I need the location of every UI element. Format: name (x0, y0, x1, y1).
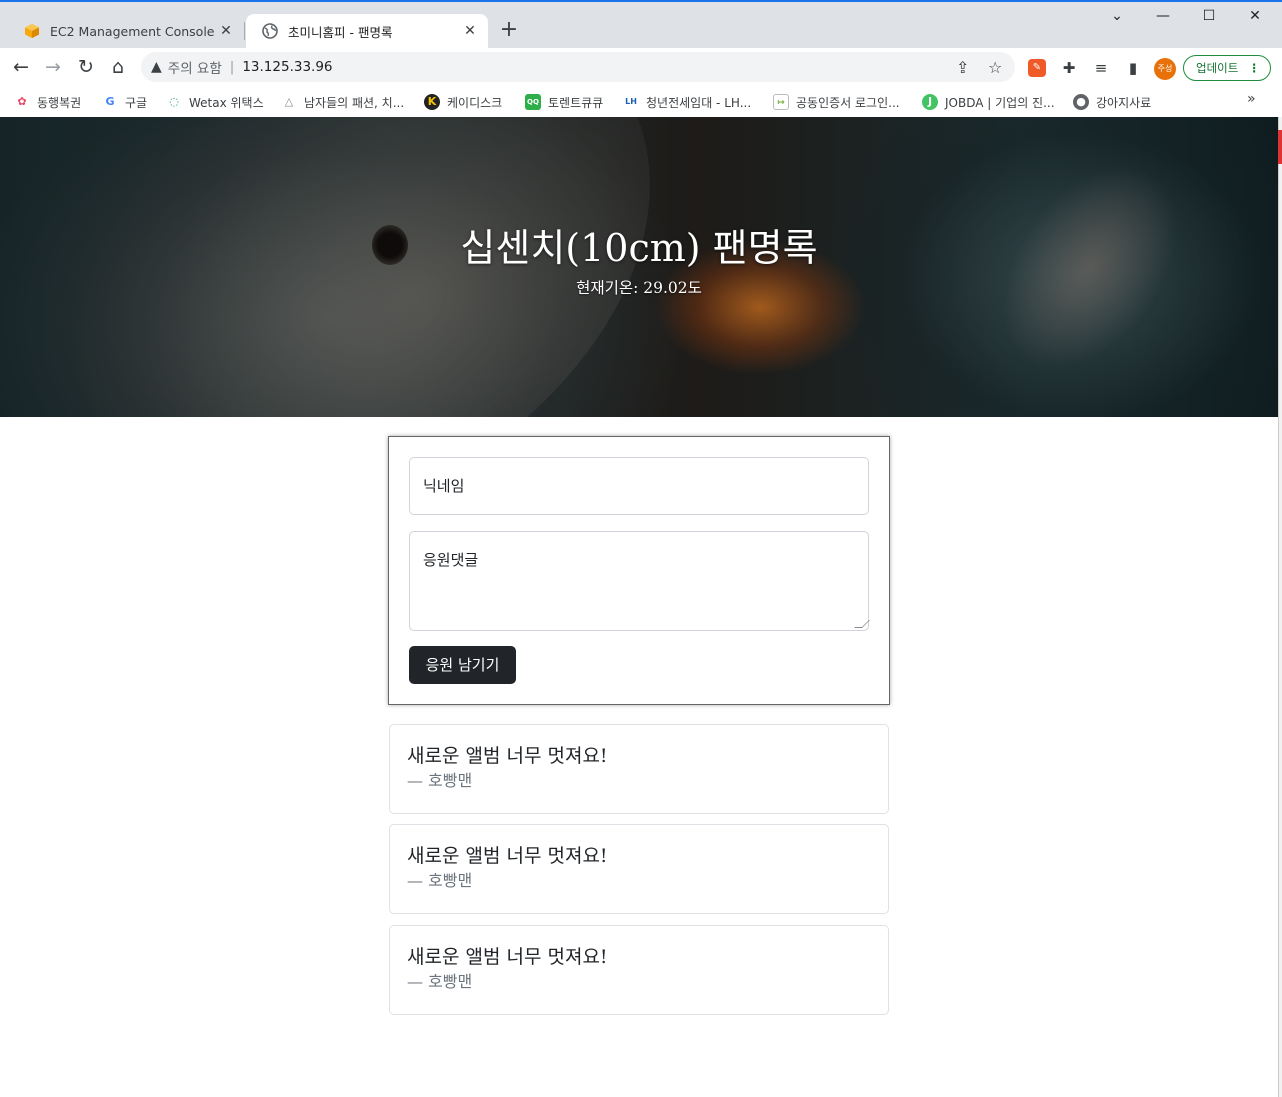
extension-icon[interactable]: ✎ (1028, 59, 1046, 77)
profile-avatar[interactable]: 주성 (1154, 58, 1176, 80)
minimize-icon[interactable]: — (1140, 8, 1186, 28)
reading-list-icon[interactable]: ≡ (1092, 59, 1110, 77)
submit-comment-button[interactable]: 응원 남기기 (409, 646, 516, 684)
new-tab-button[interactable]: + (496, 18, 522, 44)
comment-author: — 호빵맨 (407, 972, 473, 991)
torrent-icon: QQ (525, 94, 541, 110)
maximize-icon[interactable]: ☐ (1186, 8, 1232, 28)
globe-icon: ● (1073, 94, 1089, 110)
reload-icon[interactable]: ↻ (74, 55, 98, 79)
browser-toolbar: ← → ↻ ⌂ ▲ 주의 요함 | 13.125.33.96 ⇪ ☆ ✎ ✚ ≡… (0, 48, 1282, 86)
tab-divider (244, 22, 245, 40)
bookmark-item[interactable]: J JOBDA | 기업의 진... (922, 92, 1055, 112)
wetax-icon: ◌ (169, 95, 179, 108)
comment-placeholder: 응원댓글 (423, 551, 479, 569)
tab-title: 초미니홈피 - 팬명록 (288, 24, 393, 40)
resize-handle-icon[interactable] (854, 620, 870, 628)
fashion-icon: △ (284, 95, 294, 108)
google-icon: G (105, 95, 115, 108)
url-text[interactable]: 13.125.33.96 (242, 59, 332, 75)
jobda-icon: J (922, 94, 938, 110)
close-tab-icon[interactable]: ✕ (218, 23, 234, 39)
browser-chrome: EC2 Management Console ✕ 초미니홈피 - 팬명록 ✕ +… (0, 0, 1282, 119)
bookmark-star-icon[interactable]: ☆ (988, 58, 1002, 77)
nickname-input[interactable]: 닉네임 (409, 457, 869, 515)
comment-author: — 호빵맨 (407, 771, 473, 790)
bookmark-item[interactable]: ↦ 공동인증서 로그인... (773, 92, 900, 112)
comment-textarea[interactable]: 응원댓글 (409, 531, 870, 631)
forward-icon[interactable]: → (41, 55, 65, 79)
side-panel-icon[interactable]: ▮ (1124, 59, 1142, 77)
comment-message: 새로운 앨범 너무 멋져요! (407, 845, 608, 867)
comment-card: 새로운 앨범 너무 멋져요! — 호빵맨 (389, 824, 889, 914)
home-icon[interactable]: ⌂ (106, 55, 130, 79)
close-window-icon[interactable]: ✕ (1232, 8, 1278, 28)
kdisk-icon: K (424, 94, 440, 110)
comment-card: 새로운 앨범 너무 멋져요! — 호빵맨 (389, 925, 889, 1015)
bookmark-label: 구글 (125, 95, 148, 110)
comment-form: 닉네임 응원댓글 응원 남기기 (388, 436, 890, 705)
scrollbar[interactable] (1278, 117, 1282, 1097)
bookmark-item[interactable]: ✿ 동행복권 (14, 92, 81, 112)
bookmark-item[interactable]: K 케이디스크 (424, 92, 502, 112)
comment-message: 새로운 앨범 너무 멋져요! (407, 745, 608, 767)
aws-cube-icon (25, 24, 39, 38)
share-icon[interactable]: ⇪ (956, 58, 969, 77)
tab-search-icon[interactable]: ⌄ (1094, 8, 1140, 28)
update-button[interactable]: 업데이트 ⋮ (1183, 55, 1271, 81)
bookmark-label: 케이디스크 (447, 95, 503, 110)
bookmark-label: JOBDA | 기업의 진... (945, 95, 1055, 110)
more-menu-icon[interactable]: ⋮ (1249, 56, 1261, 80)
bookmark-label: 동행복권 (37, 95, 82, 110)
bookmark-item[interactable]: LH 청년전세임대 - LH... (623, 92, 751, 112)
tab-title: EC2 Management Console (50, 23, 215, 39)
page-viewport: 십센치(10cm) 팬명록 현재기온: 29.02도 닉네임 응원댓글 응원 남… (0, 117, 1278, 1097)
lh-icon: LH (625, 97, 637, 106)
bookmark-label: Wetax 위택스 (189, 95, 264, 110)
comment-author: — 호빵맨 (407, 871, 473, 890)
lottery-icon: ✿ (17, 95, 27, 108)
tab-ec2-console[interactable]: EC2 Management Console ✕ (8, 14, 244, 48)
bookmark-item[interactable]: ◌ Wetax 위택스 (166, 92, 264, 112)
back-icon[interactable]: ← (9, 55, 33, 79)
tab-strip: EC2 Management Console ✕ 초미니홈피 - 팬명록 ✕ +… (0, 2, 1282, 48)
bookmark-item[interactable]: ● 강아지사료 (1073, 92, 1151, 112)
page-title: 십센치(10cm) 팬명록 (460, 226, 818, 270)
bookmark-label: 남자들의 패션, 치... (304, 95, 405, 110)
weather-text: 현재기온: 29.02도 (576, 279, 702, 297)
warning-icon[interactable]: ▲ (151, 59, 162, 75)
close-tab-icon[interactable]: ✕ (462, 23, 478, 39)
security-label[interactable]: 주의 요함 (168, 57, 222, 77)
comment-message: 새로운 앨범 너무 멋져요! (407, 946, 608, 968)
tab-fan-guestbook[interactable]: 초미니홈피 - 팬명록 ✕ (246, 14, 488, 48)
bookmark-item[interactable]: △ 남자들의 패션, 치... (281, 92, 404, 112)
address-bar[interactable]: ▲ 주의 요함 | 13.125.33.96 ⇪ ☆ (141, 52, 1015, 82)
bookmark-item[interactable]: QQ 토렌트큐큐 (525, 92, 603, 112)
puzzle-icon[interactable]: ✚ (1060, 59, 1078, 77)
omnibox-divider: | (229, 59, 235, 75)
comment-card: 새로운 앨범 너무 멋져요! — 호빵맨 (389, 724, 889, 814)
scrollbar-marker (1278, 130, 1282, 164)
bookmark-label: 강아지사료 (1096, 95, 1152, 110)
bookmark-label: 공동인증서 로그인... (796, 95, 900, 110)
more-bookmarks-icon[interactable]: » (1247, 91, 1256, 107)
bookmarks-bar: ✿ 동행복권 G 구글 ◌ Wetax 위택스 △ 남자들의 패션, 치... … (0, 86, 1282, 119)
globe-icon (262, 23, 278, 39)
cert-icon: ↦ (773, 94, 789, 110)
hero-banner: 십센치(10cm) 팬명록 현재기온: 29.02도 (0, 117, 1278, 417)
bookmark-item[interactable]: G 구글 (102, 92, 147, 112)
bookmark-label: 청년전세임대 - LH... (646, 95, 752, 110)
bookmark-label: 토렌트큐큐 (548, 95, 604, 110)
update-label: 업데이트 (1196, 61, 1239, 75)
